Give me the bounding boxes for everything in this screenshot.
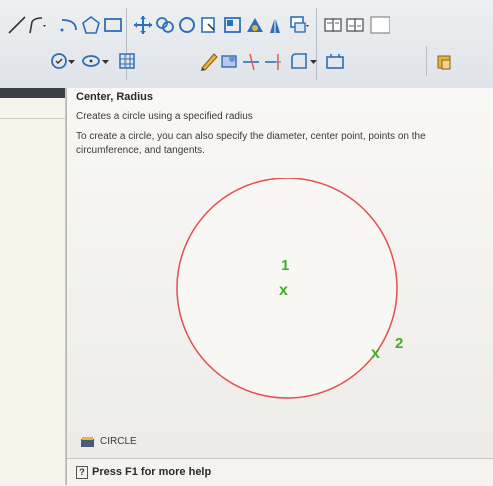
line-icon[interactable]	[6, 14, 28, 36]
ribbon-toolbar	[0, 0, 493, 89]
window-icon[interactable]	[324, 50, 346, 72]
edge-label: 2	[395, 335, 403, 352]
polyline-icon[interactable]	[26, 14, 48, 36]
center-marker: x	[279, 282, 288, 299]
dropdown-arrow-icon[interactable]	[100, 50, 112, 72]
command-name-row: CIRCLE	[81, 433, 137, 449]
rotate-icon[interactable]	[176, 14, 198, 36]
tooltip-illustration: x 1 x 2	[176, 178, 403, 399]
arc-icon[interactable]	[58, 14, 80, 36]
hatch-icon[interactable]	[116, 50, 138, 72]
ellipse-icon[interactable]	[80, 50, 102, 72]
layer-lock-icon[interactable]	[434, 50, 456, 72]
tooltip-subtitle: Creates a circle using a specified radiu…	[76, 111, 253, 122]
copy-icon[interactable]	[154, 14, 176, 36]
help-icon: ?	[76, 466, 88, 479]
rectangle-icon[interactable]	[102, 14, 124, 36]
move-icon[interactable]	[132, 14, 154, 36]
panel-header-bar	[0, 88, 65, 98]
layer-panel-icon[interactable]	[368, 14, 390, 36]
help-hint: Press F1 for more help	[92, 466, 212, 478]
dropdown-arrow-icon[interactable]	[308, 50, 320, 72]
edge-marker: x	[371, 345, 380, 362]
tooltip-description: To create a circle, you can also specify…	[76, 131, 426, 156]
dropdown-arrow-icon[interactable]	[66, 50, 78, 72]
command-name: CIRCLE	[100, 435, 137, 447]
fillet-icon[interactable]	[222, 14, 244, 36]
boundary-icon[interactable]	[288, 50, 310, 72]
mirror-icon[interactable]	[198, 14, 220, 36]
stretch-icon[interactable]	[218, 50, 240, 72]
layer-props2-icon[interactable]	[344, 14, 366, 36]
divider	[0, 118, 65, 119]
layer-props-icon[interactable]	[322, 14, 344, 36]
command-tooltip: Center, Radius Creates a circle using a …	[66, 88, 493, 486]
polygon-icon[interactable]	[80, 14, 102, 36]
trim-icon[interactable]	[240, 50, 262, 72]
circle-command-icon	[81, 435, 95, 447]
toolbar-separator	[426, 46, 427, 76]
tooltip-title: Center, Radius	[76, 91, 154, 103]
layer-icon[interactable]	[244, 14, 266, 36]
pencil-icon[interactable]	[198, 50, 220, 72]
center-label: 1	[281, 257, 289, 274]
drawing-area-edge	[0, 88, 66, 485]
extend-icon[interactable]	[262, 50, 284, 72]
tooltip-footer: ? Press F1 for more help	[67, 458, 493, 486]
layer-state-icon[interactable]	[264, 14, 286, 36]
match-icon[interactable]	[288, 14, 310, 36]
